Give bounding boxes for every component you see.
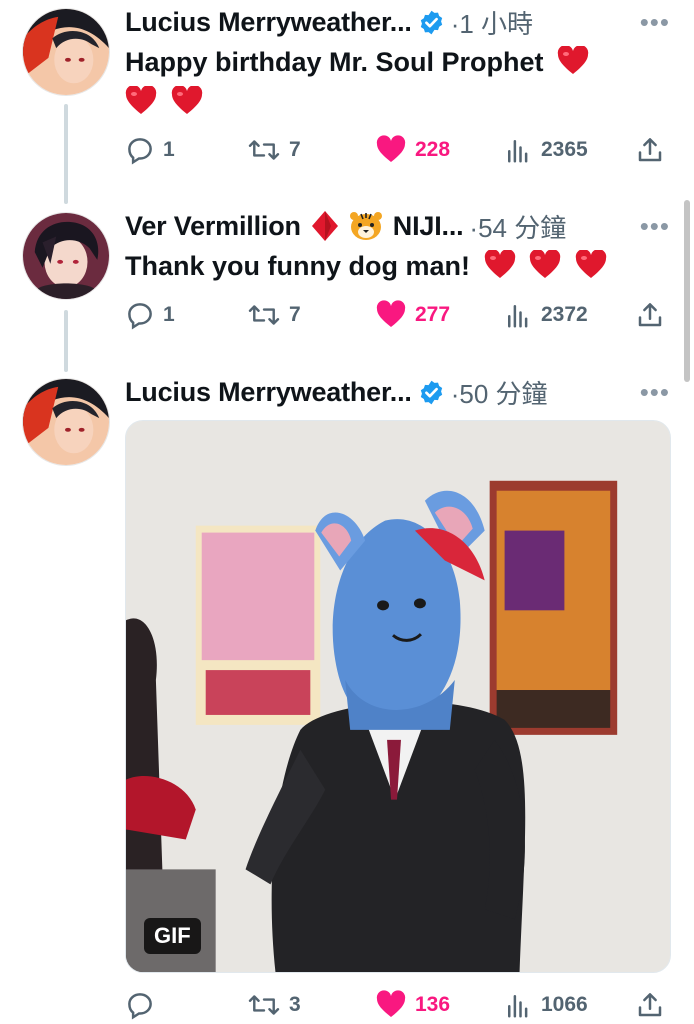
tweet-actions: 1 7 277 2372 — [125, 297, 672, 333]
retweet-count: 3 — [289, 993, 301, 1016]
heart-emoji-icon — [171, 86, 202, 114]
retweet-count: 7 — [289, 303, 301, 326]
more-dots-icon[interactable]: ••• — [640, 206, 670, 246]
gif-badge: GIF — [144, 918, 201, 954]
tweet-header: Lucius Merryweather... ·50 分鐘 — [125, 372, 548, 412]
reply-button[interactable]: 1 — [125, 132, 175, 168]
avatar-image — [23, 379, 109, 465]
reply-count: 1 — [163, 303, 175, 326]
like-button[interactable]: 228 — [375, 132, 450, 168]
share-button[interactable] — [635, 987, 665, 1023]
views-icon — [508, 305, 528, 328]
views-icon — [508, 140, 528, 163]
retweet-button[interactable]: 7 — [247, 297, 301, 333]
gif-image — [126, 421, 670, 972]
like-button[interactable]: 277 — [375, 297, 450, 333]
tweet-header: Ver Vermillion NIJI... ·54 分鐘 — [125, 206, 566, 246]
more-dots-icon[interactable]: ••• — [640, 372, 670, 412]
more-dots-icon[interactable]: ••• — [640, 2, 670, 42]
views-count: 1066 — [541, 993, 588, 1016]
heart-emoji-icon — [484, 250, 515, 278]
reply-button[interactable] — [125, 987, 163, 1023]
heart-emoji-icon — [557, 46, 589, 74]
scrollbar[interactable] — [684, 200, 690, 382]
share-button[interactable] — [635, 297, 665, 333]
share-button[interactable] — [635, 132, 665, 168]
reply-count: 1 — [163, 138, 175, 161]
timestamp[interactable]: ·50 分鐘 — [451, 374, 548, 411]
like-button[interactable]: 136 — [375, 987, 450, 1023]
share-icon — [638, 993, 662, 1017]
heart-icon — [376, 135, 406, 162]
views-count: 2372 — [541, 303, 588, 326]
retweet-button[interactable]: 3 — [247, 987, 301, 1023]
views-count: 2365 — [541, 138, 588, 161]
red-diamond-icon — [311, 211, 338, 241]
retweet-button[interactable]: 7 — [247, 132, 301, 168]
avatar-image — [23, 213, 109, 299]
like-count: 228 — [415, 138, 451, 161]
views-button[interactable]: 2372 — [503, 297, 588, 333]
heart-emoji-icon — [575, 250, 606, 278]
retweet-icon — [248, 305, 280, 325]
avatar[interactable] — [22, 378, 110, 466]
tweet-actions: 1 7 228 2365 — [125, 132, 672, 168]
avatar[interactable] — [22, 8, 110, 96]
author-name[interactable]: Lucius Merryweather... — [125, 377, 412, 408]
heart-emoji-icon — [529, 250, 561, 278]
share-icon — [638, 138, 662, 162]
reply-button[interactable]: 1 — [125, 297, 175, 333]
author-name[interactable]: Lucius Merryweather... — [125, 7, 412, 38]
verified-badge-icon — [420, 10, 442, 34]
tweet-text-body: Happy birthday Mr. Soul Prophet — [125, 47, 544, 77]
thread-line — [64, 104, 68, 204]
like-count: 136 — [415, 993, 451, 1016]
retweet-icon — [248, 140, 280, 160]
heart-icon — [376, 300, 406, 327]
gif-media[interactable]: GIF — [125, 420, 671, 973]
reply-icon — [128, 303, 152, 330]
retweet-icon — [248, 995, 280, 1015]
author-name[interactable]: Ver Vermillion — [125, 211, 301, 242]
verified-badge-icon — [420, 380, 442, 404]
heart-icon — [376, 990, 406, 1017]
like-count: 277 — [415, 303, 451, 326]
timestamp[interactable]: ·1 小時 — [451, 4, 533, 41]
thread-line — [64, 310, 68, 372]
tweet-text: Thank you funny dog man! — [125, 246, 654, 286]
tweet-text-body: Thank you funny dog man! — [125, 251, 470, 281]
avatar-image — [23, 9, 109, 95]
views-button[interactable]: 2365 — [503, 132, 588, 168]
reply-icon — [128, 993, 152, 1020]
share-icon — [638, 303, 662, 327]
heart-emoji-icon — [125, 86, 157, 114]
tweet-actions: 3 136 1066 — [125, 987, 672, 1023]
retweet-count: 7 — [289, 138, 301, 161]
avatar[interactable] — [22, 212, 110, 300]
views-button[interactable]: 1066 — [503, 987, 588, 1023]
tiger-face-icon — [349, 212, 382, 240]
author-name-suffix[interactable]: NIJI... — [393, 211, 464, 242]
tweet-text: Happy birthday Mr. Soul Prophet — [125, 42, 654, 122]
timestamp[interactable]: ·54 分鐘 — [469, 208, 566, 245]
views-icon — [508, 995, 528, 1018]
tweet-header: Lucius Merryweather... ·1 小時 — [125, 2, 533, 42]
reply-icon — [128, 138, 152, 165]
